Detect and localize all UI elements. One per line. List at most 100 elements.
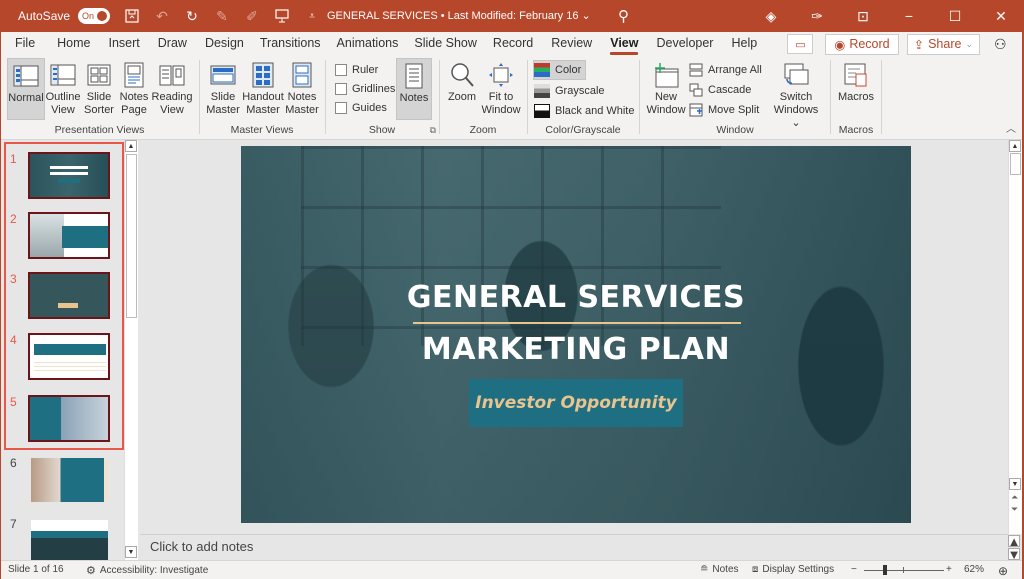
tab-file[interactable]: File [15,32,35,56]
redo-icon[interactable]: ↻ [184,8,200,24]
thumbnail-scrollbar[interactable]: ▲ ▼ [124,140,138,560]
close-icon[interactable]: ✕ [978,8,1024,25]
notes-toggle-button[interactable]: Notes [396,58,432,120]
zoom-button[interactable]: Zoom [444,58,480,120]
collapse-ribbon-icon[interactable]: ︿ [1006,120,1016,135]
scroll-up-arrow[interactable]: ▲ [1009,140,1021,152]
notes-pane[interactable]: Click to add notes ▲ ▼ [140,534,1020,562]
grayscale-button[interactable]: Grayscale [534,81,605,100]
tab-developer[interactable]: Developer [656,32,713,56]
tab-review[interactable]: Review [551,32,592,56]
reading-view-button[interactable]: Reading View [152,58,193,120]
current-slide[interactable]: GENERAL SERVICES MARKETING PLAN Investor… [241,146,911,523]
thumb-table-header [34,344,106,355]
macros-button[interactable]: Macros [835,58,877,120]
arrange-all-button[interactable]: Arrange All [689,60,762,79]
maximize-icon[interactable]: ☐ [932,8,978,25]
slide-thumbnail-7[interactable] [31,520,108,560]
outline-view-button[interactable]: Outline View [46,58,80,120]
zoom-slider[interactable] [864,570,944,571]
next-slide-icon[interactable]: ⏷ [1011,504,1018,515]
premium-icon[interactable]: ◈ [748,8,794,25]
tab-view[interactable]: View [610,32,639,56]
handout-master-button[interactable]: Handout Master [242,58,284,120]
slide-thumbnail-6[interactable] [31,458,108,502]
slide-thumbnail-4[interactable] [28,333,110,380]
slide-thumbnail-3[interactable] [28,272,110,319]
tab-transitions[interactable]: Transitions [260,32,321,56]
share-button[interactable]: ⇪ Share ⌄ [906,33,980,55]
ribbon-display-icon[interactable]: ⊡ [840,8,886,25]
scroll-up-arrow[interactable]: ▲ [125,140,137,152]
ruler-checkbox[interactable]: Ruler [335,60,378,79]
tab-record[interactable]: Record [493,32,533,56]
zoom-out-button[interactable]: − [851,564,857,575]
tab-design[interactable]: Design [205,32,244,56]
comments-button[interactable]: ▭ [787,34,814,54]
accessibility-button[interactable]: ⚙ Accessibility: Investigate [86,564,208,577]
notes-page-button[interactable]: Notes Page [118,58,150,120]
slide-master-button[interactable]: Slide Master [206,58,240,120]
tab-help[interactable]: Help [731,32,757,56]
normal-view-button[interactable]: Normal [7,58,45,120]
tab-insert[interactable]: Insert [109,32,140,56]
scroll-down-arrow[interactable]: ▼ [125,546,137,558]
tab-draw[interactable]: Draw [158,32,187,56]
designer-icon[interactable]: ✑ [794,8,840,25]
search-icon[interactable]: ⚲ [618,7,629,25]
accessibility-label: Accessibility: Investigate [99,565,209,576]
guides-checkbox[interactable]: Guides [335,98,387,117]
slide-thumbnail-5[interactable] [28,395,110,442]
zoom-in-button[interactable]: + [946,564,952,575]
checkbox[interactable] [335,63,347,76]
cascade-button[interactable]: Cascade [689,80,751,99]
slide-sorter-button[interactable]: Slide Sorter [82,58,116,120]
save-icon[interactable] [124,8,140,24]
notes-scrollbar[interactable]: ▲ ▼ [1008,534,1022,562]
scroll-down-arrow[interactable]: ▼ [1009,478,1021,490]
notes-button[interactable]: ≘ Notes [700,564,739,575]
scroll-up-arrow[interactable]: ▲ [1008,534,1021,549]
slide-subtitle-box[interactable]: Investor Opportunity [469,379,683,427]
previous-slide-icon[interactable]: ⏶ [1011,492,1018,503]
tab-slide-show[interactable]: Slide Show [414,32,477,56]
zoom-level[interactable]: 62% [964,564,984,575]
switch-windows-button[interactable]: Switch Windows ⌄ [768,58,824,129]
dialog-launcher-icon[interactable]: ⧉ [430,125,436,136]
fit-to-window-button[interactable]: Fit to Window [480,58,522,120]
scroll-thumb[interactable] [126,154,137,318]
gridlines-checkbox[interactable]: Gridlines [335,79,395,98]
slide-title-line-2[interactable]: MARKETING PLAN [241,332,911,367]
scroll-down-arrow[interactable]: ▼ [1008,547,1021,562]
new-window-button[interactable]: New Window [644,58,688,120]
notes-placeholder[interactable]: Click to add notes [150,539,253,554]
checkbox[interactable] [335,101,347,114]
present-icon[interactable] [274,8,290,24]
document-title[interactable]: GENERAL SERVICES • Last Modified: Februa… [327,9,591,22]
slide-thumbnail-1[interactable] [28,152,110,199]
black-white-button[interactable]: Black and White [534,101,634,120]
minimize-icon[interactable]: − [886,8,932,24]
zoom-slider-handle[interactable] [883,565,887,575]
display-settings-button[interactable]: ⧈ Display Settings [752,564,834,575]
coauthor-icon[interactable]: ⚇ [994,36,1012,53]
fit-slide-icon[interactable]: ⊕ [998,564,1008,578]
autosave-toggle[interactable]: On [78,8,111,24]
tab-home[interactable]: Home [57,32,90,56]
move-split-button[interactable]: Move Split [689,100,759,119]
notes-page-icon [120,61,148,89]
pen-icon[interactable]: ✎ [214,8,230,24]
notes-master-button[interactable]: Notes Master [284,58,320,120]
tab-animations[interactable]: Animations [337,32,399,56]
slide-thumbnail-2[interactable] [28,212,110,259]
slide-number: 1 [10,152,17,166]
slide-title-line-1[interactable]: GENERAL SERVICES [241,280,911,315]
undo-icon[interactable]: ↶ [154,8,170,24]
highlighter-icon[interactable]: ✐ [244,8,260,24]
customize-qat-icon[interactable]: ⩡ [304,8,320,24]
record-button[interactable]: ◉ Record [825,33,899,55]
color-button[interactable]: Color [533,60,587,80]
editor-scrollbar[interactable]: ▲ ▼ ⏶ ⏷ [1008,140,1022,534]
checkbox[interactable] [335,82,347,95]
scroll-thumb[interactable] [1010,153,1021,175]
